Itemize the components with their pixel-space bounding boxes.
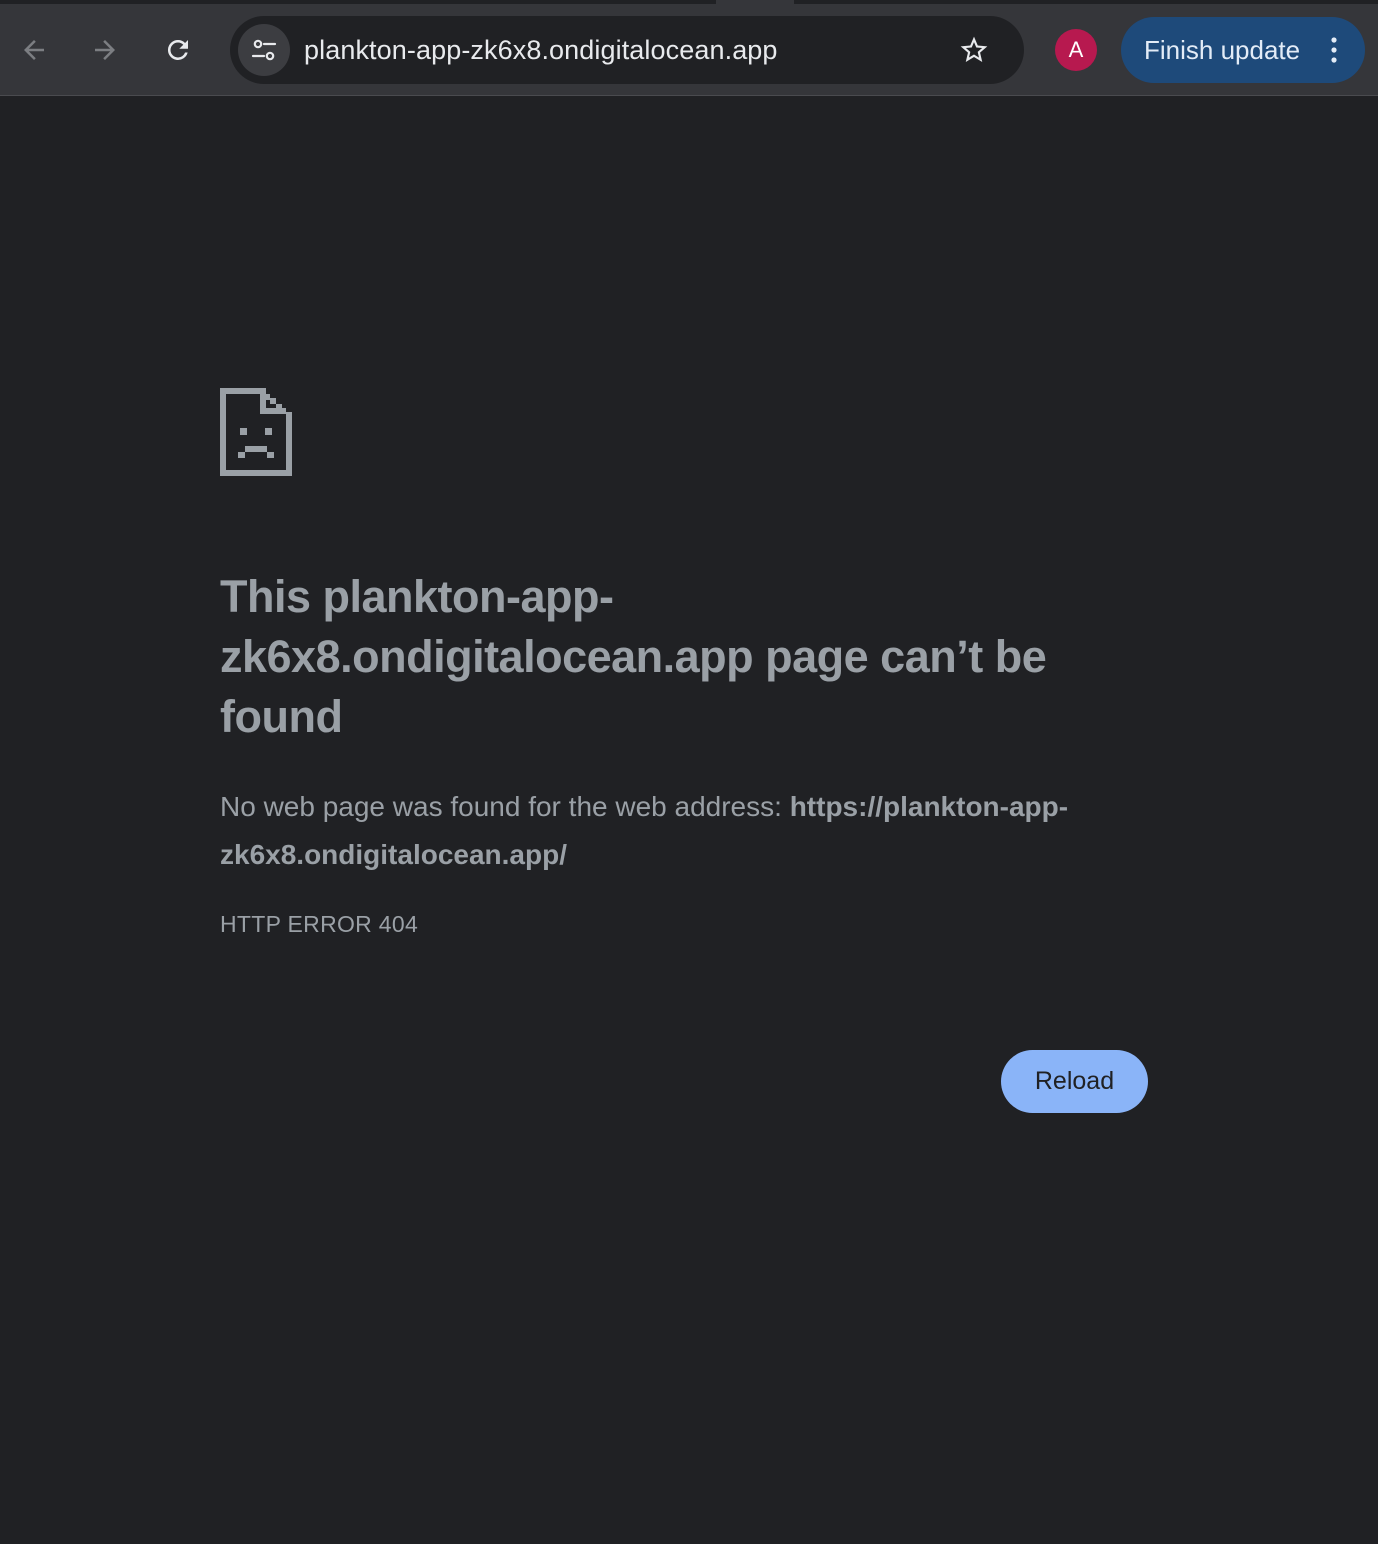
finish-update-label: Finish update <box>1144 35 1301 65</box>
tune-icon <box>251 39 277 61</box>
error-title: This plankton-app-zk6x8.ondigitalocean.a… <box>220 571 1047 742</box>
forward-button[interactable] <box>81 26 129 74</box>
arrow-left-icon <box>24 40 44 60</box>
reload-button[interactable]: Reload <box>1001 1050 1148 1113</box>
error-code: HTTP ERROR 404 <box>220 911 419 937</box>
url-text[interactable]: plankton-app-zk6x8.ondigitalocean.app <box>304 16 778 84</box>
profile-avatar[interactable]: A <box>1055 29 1097 71</box>
bookmark-button[interactable] <box>952 28 996 72</box>
sad-page-icon <box>220 388 292 476</box>
finish-update-button[interactable]: Finish update <box>1121 17 1365 83</box>
site-info-button[interactable] <box>238 24 290 76</box>
error-description-prefix: No web page was found for the web addres… <box>220 791 790 822</box>
star-outline-icon <box>960 36 988 62</box>
address-bar[interactable]: plankton-app-zk6x8.ondigitalocean.app <box>230 16 1024 84</box>
error-description: No web page was found for the web addres… <box>220 783 1120 879</box>
more-vertical-icon[interactable] <box>1326 36 1342 64</box>
reload-icon <box>167 39 188 60</box>
back-button[interactable] <box>10 26 58 74</box>
tab-strip-edge <box>0 0 1378 4</box>
browser-toolbar: plankton-app-zk6x8.ondigitalocean.app A … <box>0 0 1378 96</box>
reload-page-button[interactable] <box>154 26 202 74</box>
arrow-right-icon <box>95 40 115 60</box>
page-content: This plankton-app-zk6x8.ondigitalocean.a… <box>0 97 1378 1544</box>
active-tab[interactable] <box>716 0 794 4</box>
